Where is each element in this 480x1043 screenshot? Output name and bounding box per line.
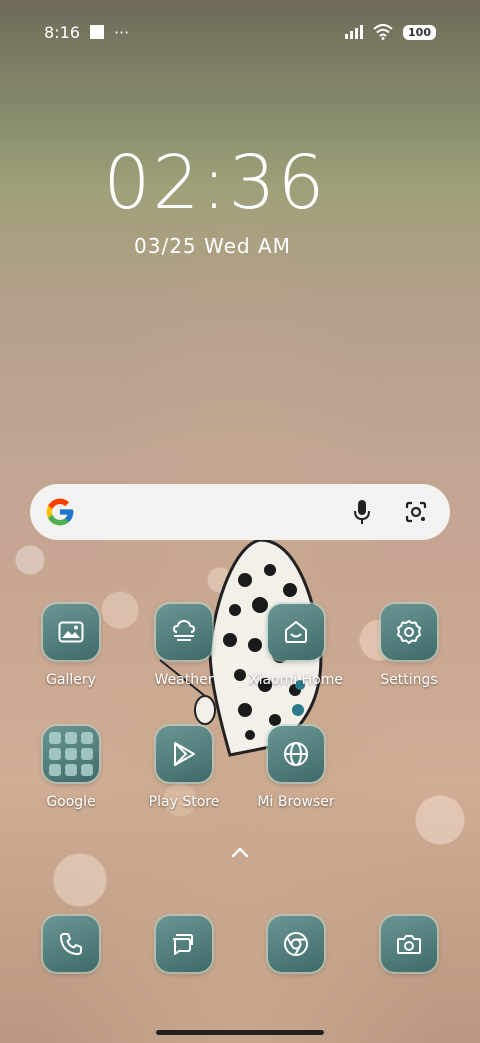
lockscreen-clock: 02:36	[103, 140, 327, 226]
signal-icon	[345, 25, 364, 39]
voice-search-button[interactable]	[342, 492, 382, 532]
battery-indicator: 100	[403, 24, 436, 40]
app-label: Google	[46, 794, 96, 810]
google-g-icon	[46, 498, 74, 526]
date-digits: 03/25	[134, 234, 197, 258]
app-mi-browser[interactable]: Mi Browser	[246, 726, 346, 810]
settings-tile[interactable]	[381, 604, 437, 660]
gallery-tile[interactable]	[43, 604, 99, 660]
app-label: Settings	[380, 672, 438, 688]
gear-icon	[397, 620, 421, 644]
app-label: Weather	[154, 672, 214, 688]
lens-camera-icon	[405, 501, 427, 523]
play-store-icon	[174, 742, 195, 766]
home-indicator-bar[interactable]	[156, 1030, 324, 1035]
weather-tile[interactable]	[156, 604, 212, 660]
more-notifications-icon: ···	[113, 22, 130, 42]
lens-search-button[interactable]	[396, 492, 436, 532]
play-store-tile[interactable]	[156, 726, 212, 782]
xiaomi-home-icon	[285, 621, 307, 643]
globe-icon	[284, 742, 308, 766]
messages-icon	[173, 934, 193, 955]
dock-phone[interactable]	[21, 916, 121, 972]
dock-chrome[interactable]	[246, 916, 346, 972]
weather-icon	[172, 620, 196, 641]
camera-tile[interactable]	[381, 916, 437, 972]
phone-tile[interactable]	[43, 916, 99, 972]
google-folder-tile[interactable]	[43, 726, 99, 782]
app-drawer-chevron-up-icon[interactable]	[228, 842, 252, 862]
app-gallery[interactable]: Gallery	[21, 604, 121, 688]
app-play-store[interactable]: Play Store	[134, 726, 234, 810]
date-weekday: Wed	[204, 234, 251, 258]
messages-tile[interactable]	[156, 916, 212, 972]
chrome-tile[interactable]	[268, 916, 324, 972]
clock-date: 03/25 Wed AM	[134, 234, 291, 258]
status-time: 8:16	[44, 22, 80, 42]
dock-messages[interactable]	[134, 916, 234, 972]
app-settings[interactable]: Settings	[359, 604, 459, 688]
app-weather[interactable]: Weather	[134, 604, 234, 688]
notification-square-icon	[89, 25, 104, 39]
app-xiaomi-home[interactable]: Xiaomi Home	[246, 604, 346, 688]
wifi-icon	[373, 24, 393, 40]
app-label: Xiaomi Home	[249, 672, 343, 688]
phone-icon	[60, 933, 82, 955]
chrome-icon	[284, 932, 308, 956]
status-bar: 8:16 ··· 100	[0, 0, 480, 64]
dock-camera[interactable]	[359, 916, 459, 972]
date-ampm: AM	[257, 234, 291, 258]
folder-icon	[49, 732, 93, 776]
app-google-folder[interactable]: Google	[21, 726, 121, 810]
app-label: Mi Browser	[257, 794, 335, 810]
app-label: Play Store	[148, 794, 220, 810]
gallery-icon	[58, 621, 84, 643]
mi-browser-tile[interactable]	[268, 726, 324, 782]
xiaomi-home-tile[interactable]	[268, 604, 324, 660]
google-search-bar[interactable]	[30, 484, 450, 540]
app-label: Gallery	[46, 672, 96, 688]
microphone-icon	[354, 500, 370, 524]
camera-icon	[397, 935, 421, 954]
